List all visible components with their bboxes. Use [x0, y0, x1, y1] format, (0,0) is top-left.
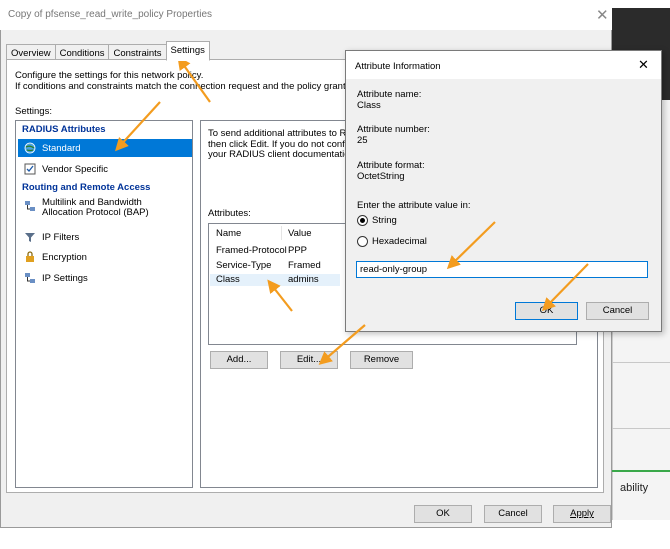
- tree-item-vendor-specific[interactable]: Vendor Specific: [18, 160, 192, 178]
- background-divider: [612, 362, 670, 363]
- cell-name: Class: [216, 274, 240, 285]
- network-icon: [24, 272, 36, 284]
- tree-item-label: Allocation Protocol (BAP): [42, 206, 149, 218]
- instruction-line: your RADIUS client documentation: [208, 149, 355, 160]
- column-divider[interactable]: [281, 226, 282, 240]
- cell-name: Service-Type: [216, 260, 272, 271]
- attribute-name-value: Class: [357, 99, 381, 111]
- column-header-value[interactable]: Value: [288, 228, 312, 239]
- tab-settings[interactable]: Settings: [165, 41, 210, 61]
- add-button[interactable]: Add...: [210, 351, 268, 369]
- radio-selected-icon: [357, 215, 368, 226]
- settings-tree: RADIUS Attributes Standard Vendor Specif…: [15, 120, 193, 488]
- radio-string-label: String: [372, 215, 397, 226]
- attribute-name-label: Attribute name:: [357, 89, 422, 100]
- remove-button[interactable]: Remove: [350, 351, 413, 369]
- apply-label: Apply: [570, 508, 594, 519]
- tree-item-ip-settings[interactable]: IP Settings: [18, 269, 192, 287]
- edit-button[interactable]: Edit...: [280, 351, 338, 369]
- instructions-text: To send additional attributes to RA then…: [208, 129, 358, 161]
- settings-label: Settings:: [15, 106, 52, 117]
- tree-item-label: Standard: [42, 142, 81, 154]
- cell-value: admins: [288, 274, 319, 285]
- radio-hexadecimal[interactable]: Hexadecimal: [357, 236, 427, 247]
- tree-item-label: IP Filters: [42, 231, 80, 243]
- attribute-ok-button[interactable]: OK: [515, 302, 578, 320]
- lock-icon: [24, 251, 36, 263]
- filter-icon: [24, 231, 36, 243]
- radio-unselected-icon: [357, 236, 368, 247]
- cell-name: Framed-Protocol: [216, 245, 287, 256]
- close-icon[interactable]: ✕: [596, 6, 609, 24]
- table-row[interactable]: Class admins: [210, 274, 340, 286]
- ok-button[interactable]: OK: [414, 505, 472, 523]
- attribute-information-dialog: Attribute Information ✕ Attribute name: …: [345, 50, 662, 332]
- attribute-number-field: Attribute number: 25: [357, 124, 430, 146]
- tree-item-label: IP Settings: [42, 272, 88, 284]
- radio-hex-label: Hexadecimal: [372, 236, 427, 247]
- attribute-format-field: Attribute format: OctetString: [357, 160, 425, 182]
- tree-item-ip-filters[interactable]: IP Filters: [18, 228, 192, 246]
- table-row[interactable]: Service-Type Framed: [210, 260, 340, 272]
- cell-value: PPP: [288, 245, 308, 256]
- tree-header-radius: RADIUS Attributes: [22, 124, 106, 135]
- cell-value: Framed: [288, 260, 321, 271]
- attribute-cancel-button[interactable]: Cancel: [586, 302, 649, 320]
- enter-value-label: Enter the attribute value in:: [357, 200, 471, 211]
- tree-item-multilink[interactable]: Multilink and Bandwidth Allocation Proto…: [18, 198, 192, 222]
- attribute-format-value: OctetString: [357, 170, 405, 182]
- close-icon[interactable]: ✕: [638, 57, 649, 73]
- tree-item-encryption[interactable]: Encryption: [18, 248, 192, 266]
- background-partial-text: ability: [620, 482, 649, 494]
- tree-header-routing: Routing and Remote Access: [22, 182, 151, 193]
- apply-button[interactable]: Apply: [553, 505, 611, 523]
- table-row[interactable]: Framed-Protocol PPP: [210, 245, 340, 257]
- background-status-line: [612, 470, 670, 472]
- radio-string[interactable]: String: [357, 215, 397, 226]
- globe-icon: [24, 142, 36, 154]
- attribute-name-field: Attribute name: Class: [357, 89, 422, 111]
- tree-item-standard[interactable]: Standard: [18, 139, 192, 157]
- tree-item-label: Vendor Specific: [42, 163, 109, 175]
- tree-item-label: Encryption: [42, 251, 87, 263]
- tab-strip: Overview Conditions Constraints Settings: [6, 41, 210, 61]
- attribute-value-input[interactable]: read-only-group: [356, 261, 648, 278]
- cancel-button[interactable]: Cancel: [484, 505, 542, 523]
- attribute-number-label: Attribute number:: [357, 124, 430, 135]
- attribute-number-value: 25: [357, 134, 368, 146]
- attributes-label: Attributes:: [208, 208, 251, 219]
- attribute-format-label: Attribute format:: [357, 160, 425, 171]
- network-icon: [24, 200, 36, 212]
- checkbox-icon: [24, 163, 36, 175]
- window-title: Copy of pfsense_read_write_policy Proper…: [8, 9, 212, 20]
- background-divider: [612, 428, 670, 429]
- instruction-line: To send additional attributes to RA: [208, 129, 353, 139]
- attribute-dialog-title: Attribute Information: [355, 61, 441, 72]
- column-header-name[interactable]: Name: [216, 228, 241, 239]
